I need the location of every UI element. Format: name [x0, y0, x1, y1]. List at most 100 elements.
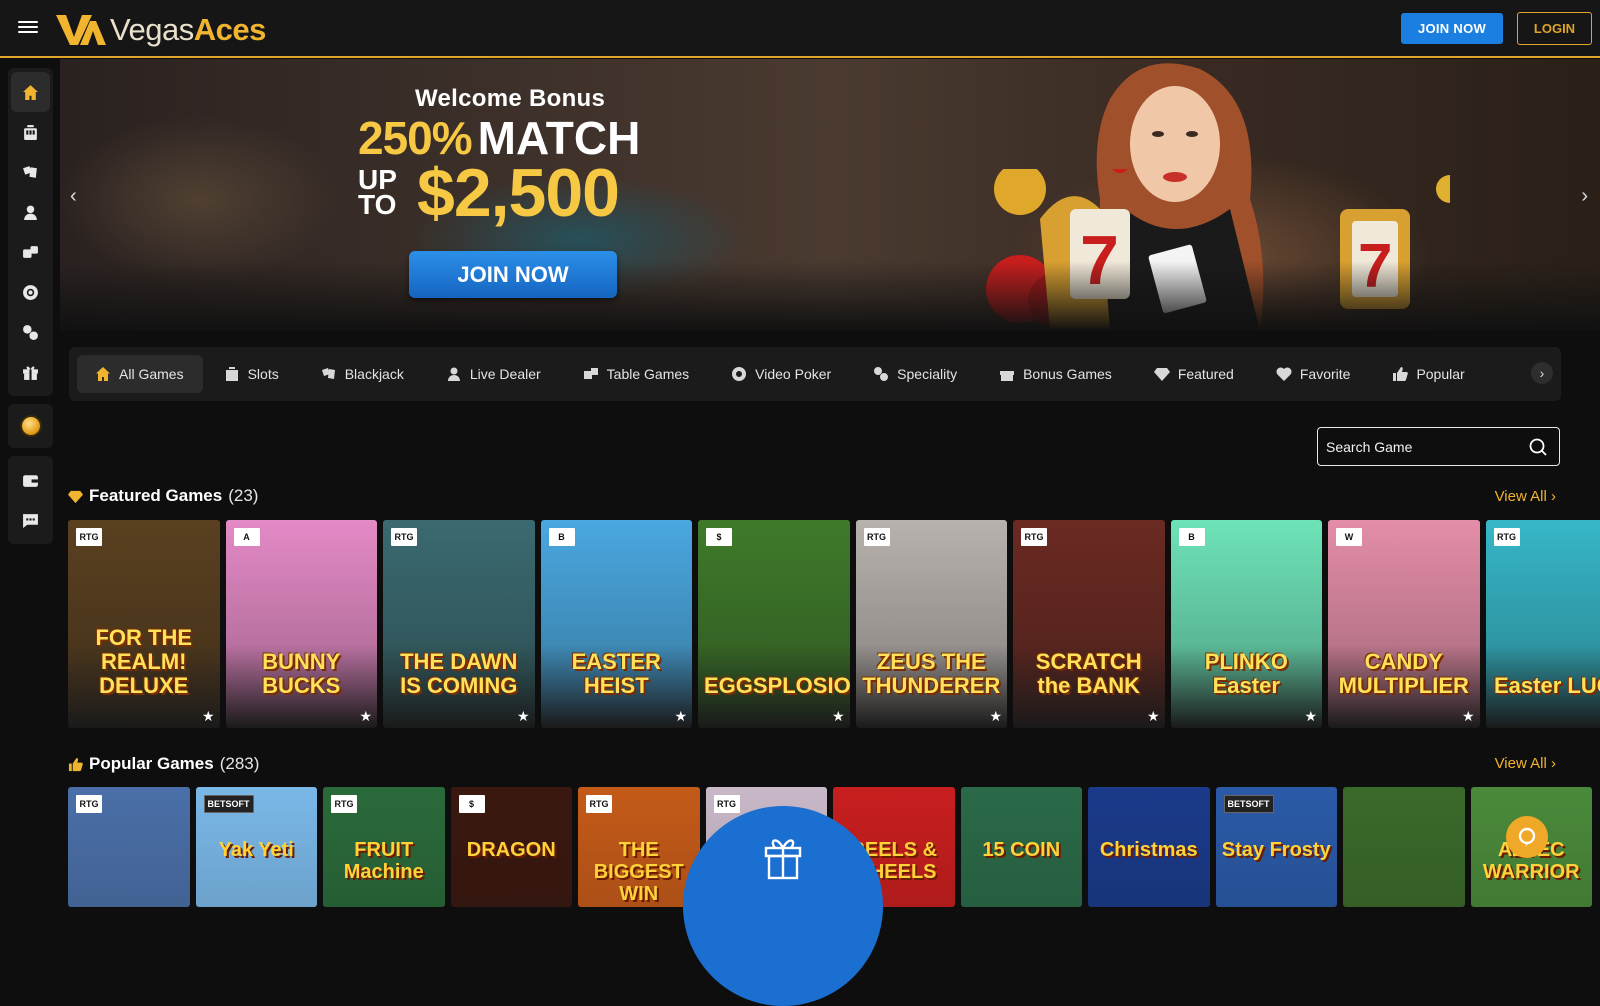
video-poker-icon [731, 366, 747, 382]
tab-video-poker[interactable]: Video Poker [710, 355, 852, 393]
sidebar-item-table-games[interactable] [8, 232, 53, 272]
support-chat-button[interactable] [1506, 816, 1548, 858]
featured-game-card[interactable]: ABUNNY BUCKS★ [226, 520, 378, 728]
popular-games-heading: Popular Games(283) [68, 754, 259, 774]
sidebar-item-home[interactable] [11, 72, 50, 112]
popular-game-card[interactable]: RTG [68, 787, 190, 907]
bonus-games-icon [22, 364, 39, 381]
va-logo-icon [56, 13, 106, 47]
provider-badge: A [234, 528, 260, 546]
sidebar-item-blackjack[interactable] [8, 152, 53, 192]
favorite-star-icon[interactable]: ★ [202, 708, 215, 725]
sidebar-item-live-dealer[interactable] [8, 192, 53, 232]
banner-shade [60, 261, 1600, 331]
tab-label: Favorite [1300, 366, 1351, 382]
sidebar-coin-button[interactable] [8, 404, 53, 448]
search-game-field[interactable] [1317, 427, 1560, 466]
gift-icon [763, 828, 803, 880]
tabs-next-arrow-icon[interactable]: › [1531, 362, 1553, 384]
tab-featured[interactable]: Featured [1133, 355, 1255, 393]
popular-game-card[interactable]: RTGTHE BIGGEST WIN [578, 787, 700, 907]
sidebar-item-chat[interactable] [8, 500, 53, 540]
favorite-star-icon[interactable]: ★ [832, 708, 845, 725]
tab-slots[interactable]: Slots [203, 355, 300, 393]
favorite-star-icon[interactable]: ★ [674, 708, 687, 725]
tab-live-dealer[interactable]: Live Dealer [425, 355, 562, 393]
sidebar-item-video-poker[interactable] [8, 272, 53, 312]
search-icon[interactable] [1529, 438, 1547, 456]
favorite-star-icon[interactable]: ★ [1304, 708, 1317, 725]
tab-favorite[interactable]: Favorite [1255, 355, 1372, 393]
sidebar-item-speciality[interactable] [8, 312, 53, 352]
sidebar-item-bonus-games[interactable] [8, 352, 53, 392]
banner-up-to-text: UPTO [358, 167, 408, 217]
tab-label: Featured [1178, 366, 1234, 382]
thumbs-up-icon [1392, 366, 1408, 382]
tab-all-games[interactable]: All Games [77, 355, 203, 393]
sidebar-item-wallet[interactable] [8, 460, 53, 500]
popular-game-card[interactable]: BETSOFTStay Frosty [1216, 787, 1338, 907]
game-title: EASTER HEIST [541, 650, 693, 698]
game-title: EGGSPLOSION [698, 674, 850, 698]
game-title: PLINKO Easter [1171, 650, 1323, 698]
featured-game-card[interactable]: RTG ZEUS THE THUNDERER ★ [856, 520, 1008, 728]
favorite-star-icon[interactable]: ★ [517, 708, 530, 725]
banner-join-now-button[interactable]: JOIN NOW [409, 251, 617, 298]
banner-amount-text: $2,500 [417, 158, 619, 228]
game-title: Yak Yeti [196, 839, 318, 861]
favorite-star-icon[interactable]: ★ [1147, 708, 1160, 725]
logo-text: VegasAces [110, 12, 266, 48]
diamond-icon [68, 489, 83, 504]
game-title: Easter LUCK [1486, 674, 1600, 698]
featured-game-card[interactable]: RTGFOR THE REALM! DELUXE★ [68, 520, 220, 728]
popular-game-card[interactable]: $DRAGON [451, 787, 573, 907]
banner-next-arrow-icon[interactable]: › [1581, 185, 1588, 208]
blackjack-icon [321, 366, 337, 382]
game-title: ZEUS THE THUNDERER [856, 650, 1008, 698]
tab-table-games[interactable]: Table Games [562, 355, 710, 393]
sidebar-utility [8, 456, 53, 544]
popular-view-all-link[interactable]: View All › [1495, 755, 1556, 772]
tab-blackjack[interactable]: Blackjack [300, 355, 425, 393]
chat-icon [22, 512, 39, 529]
tab-speciality[interactable]: Speciality [852, 355, 978, 393]
tab-label: Bonus Games [1023, 366, 1112, 382]
featured-view-all-link[interactable]: View All › [1495, 488, 1556, 505]
provider-badge: $ [706, 528, 732, 546]
tab-bonus-games[interactable]: Bonus Games [978, 355, 1133, 393]
game-title: SCRATCH the BANK [1013, 650, 1165, 698]
favorite-star-icon[interactable]: ★ [1462, 708, 1475, 725]
hamburger-menu-icon[interactable] [18, 18, 38, 36]
login-button[interactable]: LOGIN [1517, 12, 1592, 45]
gift-promo-button[interactable] [683, 806, 883, 1006]
featured-game-card[interactable]: RTGEaster LUCK★ [1486, 520, 1600, 728]
home-icon [22, 84, 39, 101]
featured-game-card[interactable]: RTGTHE DAWN IS COMING★ [383, 520, 535, 728]
tab-label: Slots [248, 366, 279, 382]
popular-game-card[interactable]: BETSOFTYak Yeti [196, 787, 318, 907]
welcome-bonus-banner[interactable]: 7 7 Welcome Bonus 250%MATCH UPTO $2,500 … [60, 59, 1600, 331]
heart-icon [1276, 366, 1292, 382]
featured-games-heading: Featured Games(23) [68, 486, 258, 506]
join-now-button[interactable]: JOIN NOW [1401, 13, 1503, 44]
featured-game-card[interactable]: B EASTER HEIST ★ [541, 520, 693, 728]
game-title: FRUIT Machine [323, 839, 445, 883]
popular-game-card[interactable]: 15 COIN [961, 787, 1083, 907]
banner-prev-arrow-icon[interactable]: ‹ [70, 185, 77, 208]
featured-game-card[interactable]: BPLINKO Easter★ [1171, 520, 1323, 728]
search-input[interactable] [1326, 428, 1521, 465]
popular-game-card[interactable]: Christmas [1088, 787, 1210, 907]
provider-badge: B [549, 528, 575, 546]
sidebar-item-slots[interactable] [8, 112, 53, 152]
favorite-star-icon[interactable]: ★ [359, 708, 372, 725]
tab-popular[interactable]: Popular [1371, 355, 1485, 393]
provider-badge: RTG [864, 528, 890, 546]
popular-game-card[interactable] [1343, 787, 1465, 907]
popular-game-card[interactable]: RTGFRUIT Machine [323, 787, 445, 907]
featured-game-card[interactable]: WCANDY MULTIPLIER★ [1328, 520, 1480, 728]
vegasaces-logo[interactable]: VegasAces [56, 12, 266, 48]
featured-game-card[interactable]: $ EGGSPLOSION ★ [698, 520, 850, 728]
provider-badge: RTG [714, 795, 740, 813]
featured-game-card[interactable]: RTGSCRATCH the BANK★ [1013, 520, 1165, 728]
favorite-star-icon[interactable]: ★ [989, 708, 1002, 725]
